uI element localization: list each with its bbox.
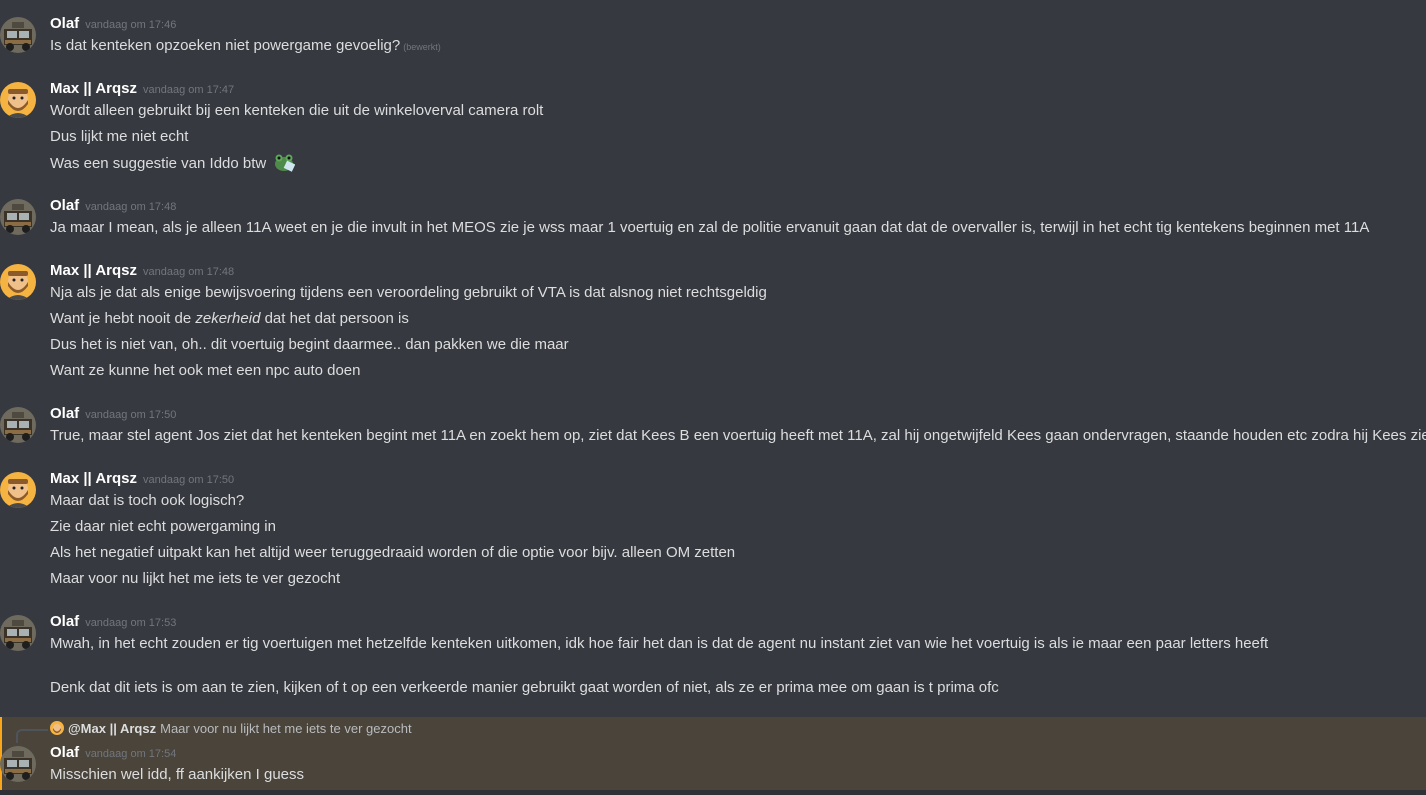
message-text: Zie daar niet echt powergaming in	[50, 518, 276, 535]
message-content: Was een suggestie van Iddo btw	[50, 155, 267, 172]
timestamp: vandaag om 17:54	[85, 748, 177, 760]
reply-spine	[16, 729, 48, 743]
timestamp: vandaag om 17:48	[85, 201, 177, 213]
username[interactable]: Max || Arqsz	[50, 262, 137, 279]
truck-avatar-icon	[0, 615, 36, 651]
message-text: Maar dat is toch ook logisch?	[50, 492, 245, 509]
reply-preview[interactable]: @Max || Arqsz Maar voor nu lijkt het me i…	[50, 720, 412, 738]
chat-messages: Olaf vandaag om 17:46 Is dat kenteken opz…	[0, 0, 1426, 795]
message-text: Mwah, in het echt zouden er tig voertuig…	[50, 635, 1269, 652]
reply-author[interactable]: @Max || Arqsz	[68, 721, 156, 736]
olaf-avatar[interactable]	[0, 615, 36, 651]
message-text: Want ze kunne het ook met een npc auto d…	[50, 362, 361, 379]
message-text: True, maar stel agent Jos ziet dat het k…	[50, 427, 1426, 444]
olaf-avatar[interactable]	[0, 746, 36, 782]
message-text: Want je hebt nooit de zekerheid dat het …	[50, 308, 409, 330]
olaf-avatar[interactable]	[0, 17, 36, 53]
message-content: Want je hebt nooit de	[50, 310, 196, 327]
timestamp: vandaag om 17:50	[85, 409, 177, 421]
truck-avatar-icon	[0, 17, 36, 53]
max-avatar[interactable]	[0, 82, 36, 118]
message-text: Misschien wel idd, ff aankijken I guess	[50, 766, 305, 783]
message-text: Denk dat dit iets is om aan te zien, kij…	[50, 679, 999, 696]
timestamp: vandaag om 17:53	[85, 617, 177, 629]
bearded-man-avatar-icon	[0, 82, 36, 118]
bearded-man-avatar-icon	[0, 472, 36, 508]
username[interactable]: Olaf	[50, 744, 79, 761]
message-header: Olaf vandaag om 17:50	[50, 404, 176, 424]
timestamp: vandaag om 17:47	[143, 84, 235, 96]
message-text: Is dat kenteken opzoeken niet powergame …	[50, 35, 441, 57]
username[interactable]: Max || Arqsz	[50, 470, 137, 487]
max-avatar[interactable]	[0, 264, 36, 300]
mention-bar	[0, 717, 2, 790]
message-text: Was een suggestie van Iddo btw	[50, 152, 296, 174]
timestamp: vandaag om 17:48	[143, 266, 235, 278]
frog-emoji-icon[interactable]	[273, 152, 296, 179]
edited-label: (bewerkt)	[403, 42, 441, 52]
timestamp: vandaag om 17:50	[143, 474, 235, 486]
italic-text: zekerheid	[195, 310, 261, 327]
message-header: Max || Arqsz vandaag om 17:48	[50, 261, 234, 281]
message-text: Dus lijkt me niet echt	[50, 128, 189, 145]
message-text: Maar voor nu lijkt het me iets te ver ge…	[50, 570, 341, 587]
username[interactable]: Olaf	[50, 613, 79, 630]
message-header: Max || Arqsz vandaag om 17:50	[50, 469, 234, 489]
bearded-man-avatar-icon	[50, 721, 64, 735]
truck-avatar-icon	[0, 407, 36, 443]
message-header: Olaf vandaag om 17:53	[50, 612, 176, 632]
max-avatar[interactable]	[0, 472, 36, 508]
username[interactable]: Max || Arqsz	[50, 80, 137, 97]
message-text: Dus het is niet van, oh.. dit voertuig b…	[50, 336, 569, 353]
username[interactable]: Olaf	[50, 197, 79, 214]
timestamp: vandaag om 17:46	[85, 19, 177, 31]
message-content: dat het dat persoon is	[264, 310, 409, 327]
truck-avatar-icon	[0, 746, 36, 782]
message-text: Wordt alleen gebruikt bij een kenteken d…	[50, 102, 544, 119]
message-header: Olaf vandaag om 17:54	[50, 743, 176, 763]
bearded-man-avatar-icon	[0, 264, 36, 300]
username[interactable]: Olaf	[50, 405, 79, 422]
truck-avatar-icon	[0, 199, 36, 235]
bottom-divider	[0, 790, 1426, 795]
message-text: Nja als je dat als enige bewijsvoering t…	[50, 284, 767, 301]
message-text: Ja maar I mean, als je alleen 11A weet e…	[50, 219, 1370, 236]
message-content: Is dat kenteken opzoeken niet powergame …	[50, 37, 401, 54]
username[interactable]: Olaf	[50, 15, 79, 32]
message-header: Olaf vandaag om 17:48	[50, 196, 176, 216]
reply-text: Maar voor nu lijkt het me iets te ver ge…	[160, 721, 412, 736]
olaf-avatar[interactable]	[0, 199, 36, 235]
message-header: Max || Arqsz vandaag om 17:47	[50, 79, 234, 99]
olaf-avatar[interactable]	[0, 407, 36, 443]
message-header: Olaf vandaag om 17:46	[50, 14, 176, 34]
message-text: Als het negatief uitpakt kan het altijd …	[50, 544, 736, 561]
